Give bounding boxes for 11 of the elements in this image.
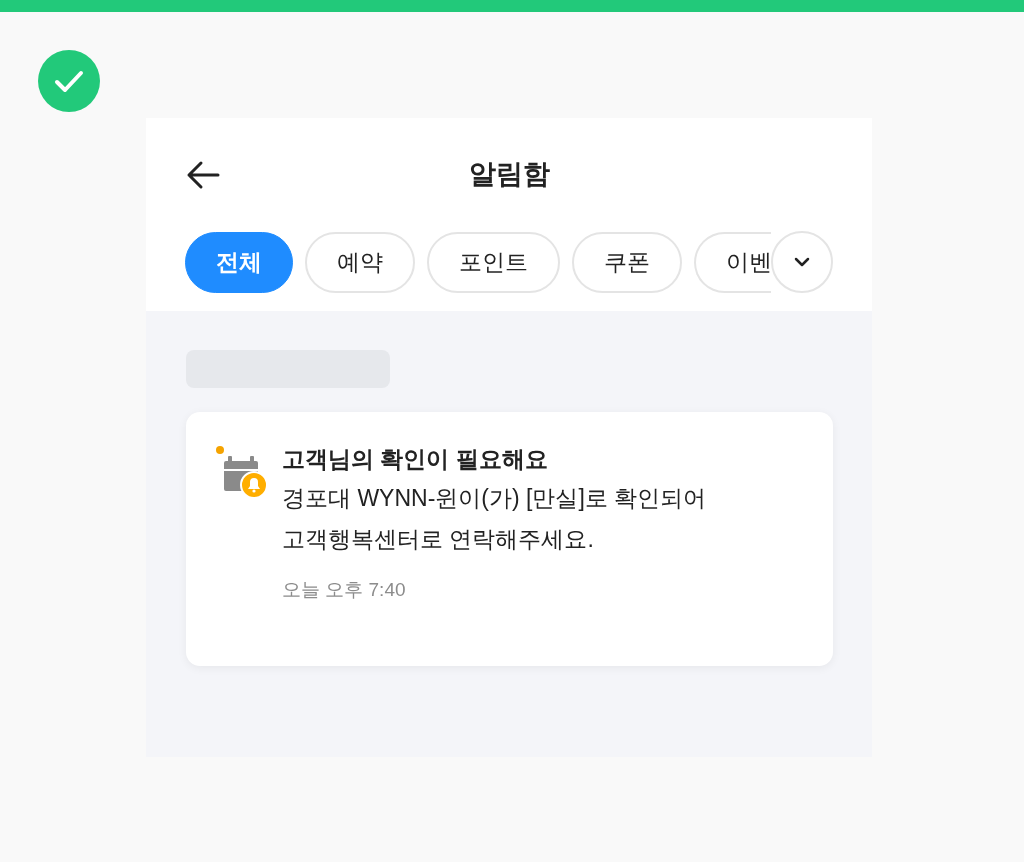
- chevron-down-icon: [794, 257, 810, 267]
- calendar-bell-icon: [222, 455, 268, 499]
- page-title: 알림함: [468, 158, 550, 192]
- filter-tab[interactable]: 예약: [305, 231, 415, 293]
- notification-time: 오늘 오후 7:40: [282, 578, 407, 602]
- filter-tab[interactable]: 이벤: [694, 231, 771, 293]
- notification-card[interactable]: 고객님의 확인이 필요해요 경포대 WYNN-윈이(가) [만실]로 확인되어 고객행복센터로 연락해주세요. 오늘 오후 7:40: [186, 412, 833, 666]
- notification-body: 경포대 WYNN-윈이(가) [만실]로 확인되어 고객행복센터로 연락해주세요.: [282, 484, 707, 554]
- filter-tab[interactable]: 포인트: [427, 231, 560, 293]
- notification-title: 고객님의 확인이 필요해요: [282, 445, 549, 474]
- filter-tab[interactable]: 쿠폰: [572, 231, 682, 293]
